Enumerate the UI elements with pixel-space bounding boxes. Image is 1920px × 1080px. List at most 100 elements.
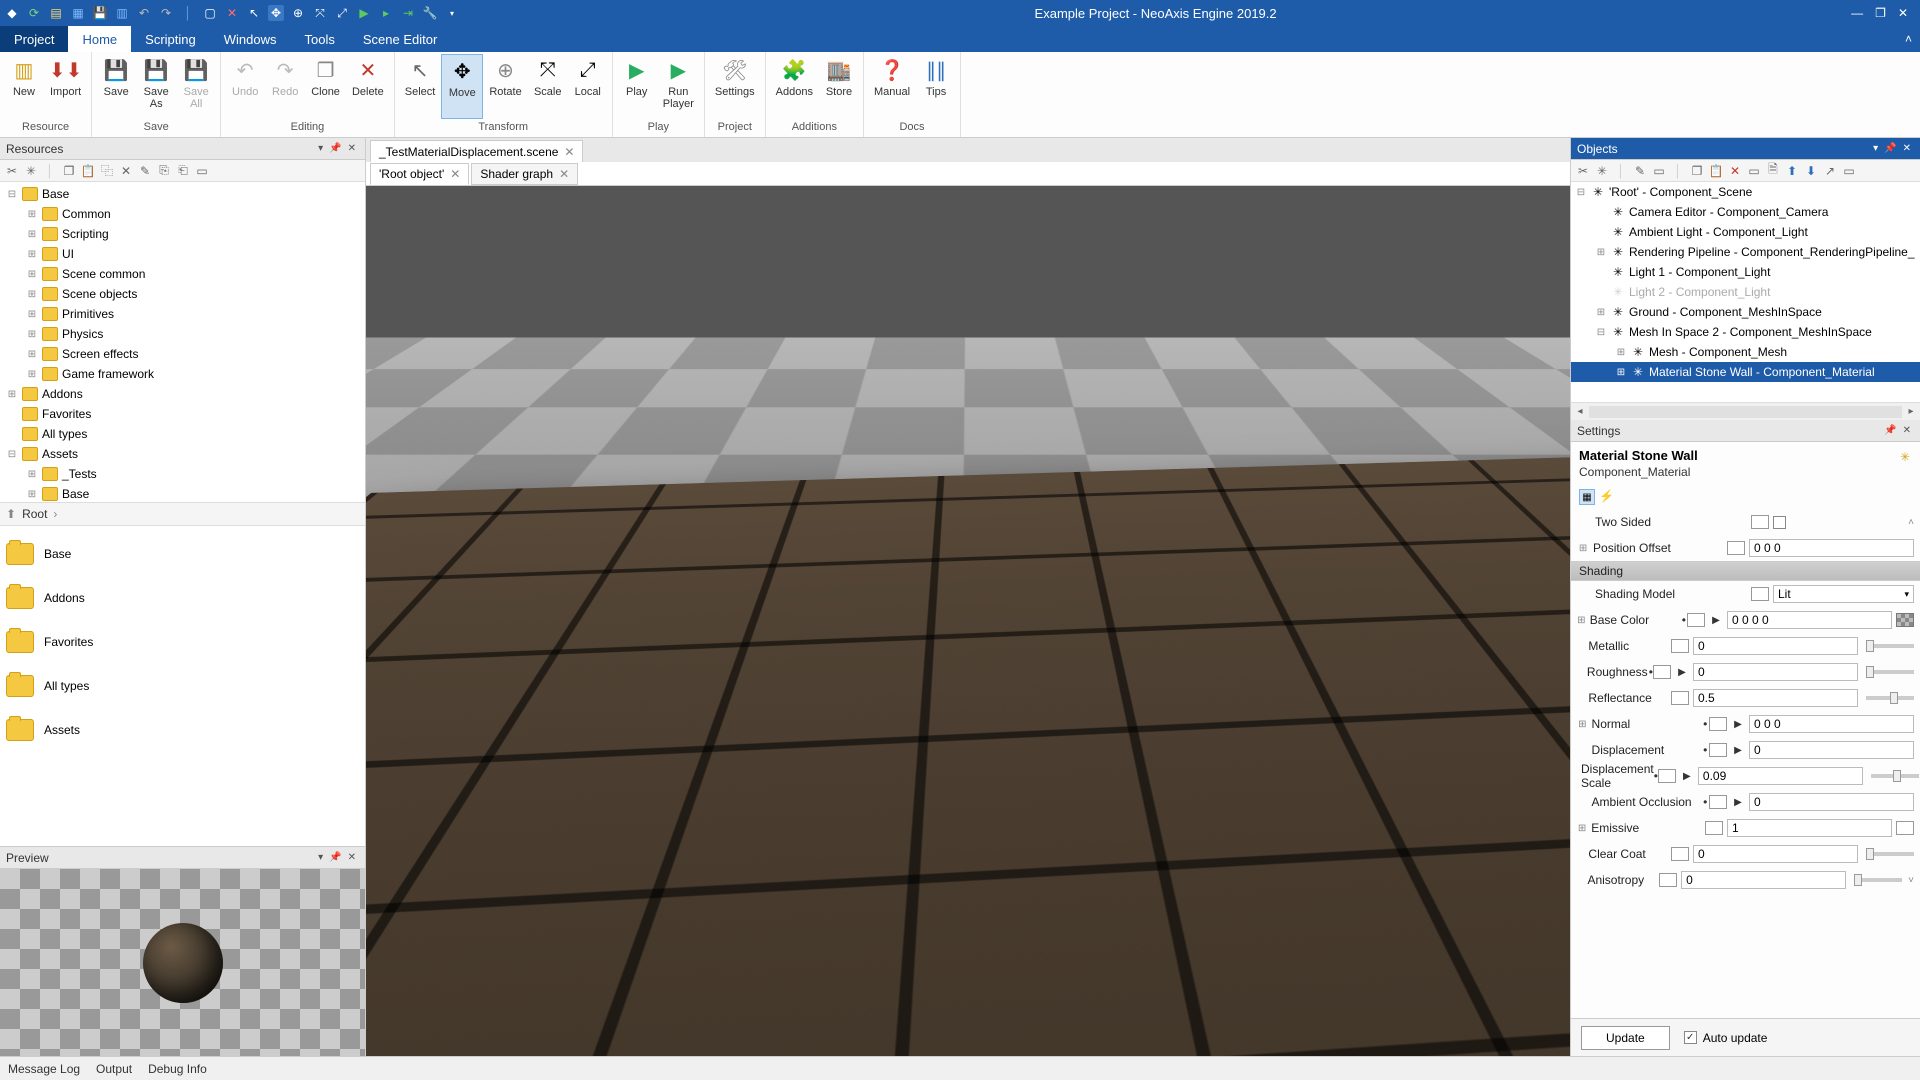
swatch[interactable] bbox=[1727, 541, 1745, 555]
swatch[interactable] bbox=[1709, 717, 1727, 731]
tb-more2-icon[interactable]: ⎗ bbox=[175, 163, 191, 179]
bolt-icon[interactable]: ⚡ bbox=[1599, 489, 1614, 505]
tb-paste-icon[interactable]: 📋 bbox=[1708, 163, 1724, 179]
scroll-up-icon[interactable]: ˄ bbox=[1902, 517, 1914, 528]
star-icon[interactable]: ✳ bbox=[1890, 442, 1920, 472]
qa-refresh-icon[interactable]: ⟳ bbox=[26, 5, 42, 21]
scroll-right-icon[interactable]: ▸ bbox=[1902, 406, 1920, 417]
qa-undo-icon[interactable]: ↶ bbox=[136, 5, 152, 21]
status-output[interactable]: Output bbox=[96, 1062, 132, 1076]
swatch[interactable] bbox=[1658, 769, 1676, 783]
swatch[interactable] bbox=[1751, 515, 1769, 529]
panel-dropdown-icon[interactable]: ▾ bbox=[315, 852, 326, 863]
tree-node[interactable]: All types bbox=[2, 424, 363, 444]
ribbon-manual-button[interactable]: ❓Manual bbox=[868, 54, 916, 119]
tb-more1-icon[interactable]: ⎘ bbox=[156, 163, 172, 179]
tb-doc-icon[interactable]: 🗎 bbox=[1765, 163, 1781, 179]
tb-out-icon[interactable]: ↗ bbox=[1822, 163, 1838, 179]
mode-icon[interactable]: ▦ bbox=[1579, 489, 1595, 505]
update-button[interactable]: Update bbox=[1581, 1026, 1670, 1050]
qa-play-icon[interactable]: ▶ bbox=[356, 5, 372, 21]
tb-down-icon[interactable]: ⬇ bbox=[1803, 163, 1819, 179]
close-icon[interactable]: ✕ bbox=[559, 167, 569, 181]
tb-cut-icon[interactable]: ✂ bbox=[4, 163, 20, 179]
qa-saveall-icon[interactable]: ▥ bbox=[114, 5, 130, 21]
ribbon-delete-button[interactable]: ✕Delete bbox=[346, 54, 390, 119]
tree-node[interactable]: Favorites bbox=[2, 404, 363, 424]
tb-paste-icon[interactable]: 📋 bbox=[80, 163, 96, 179]
swatch[interactable] bbox=[1671, 639, 1689, 653]
objects-hscroll[interactable]: ◂▸ bbox=[1571, 402, 1920, 420]
color-swatch[interactable] bbox=[1896, 821, 1914, 835]
value-input[interactable] bbox=[1749, 741, 1914, 759]
ribbon-redo-button[interactable]: ↷Redo bbox=[265, 54, 305, 119]
tb-up-icon[interactable]: ⬆ bbox=[1784, 163, 1800, 179]
value-input[interactable] bbox=[1749, 715, 1914, 733]
checkbox[interactable] bbox=[1773, 516, 1786, 529]
folder-item[interactable]: Addons bbox=[6, 576, 359, 620]
tree-node[interactable]: ⊞_Tests bbox=[2, 464, 363, 484]
tb-copy-icon[interactable]: ❐ bbox=[61, 163, 77, 179]
panel-close-icon[interactable]: ✕ bbox=[1900, 425, 1914, 436]
tree-node[interactable]: ⊞Addons bbox=[2, 384, 363, 404]
swatch[interactable] bbox=[1751, 587, 1769, 601]
preview-viewport[interactable] bbox=[0, 869, 365, 1056]
ribbon-runplayer-button[interactable]: ▶Run Player bbox=[657, 54, 700, 119]
tree-node[interactable]: ⊞Screen effects bbox=[2, 344, 363, 364]
qa-axis4-icon[interactable]: ⤢ bbox=[334, 5, 350, 21]
folder-item[interactable]: Favorites bbox=[6, 620, 359, 664]
panel-close-icon[interactable]: ✕ bbox=[345, 852, 359, 863]
tree-node[interactable]: ⊞Scene common bbox=[2, 264, 363, 284]
qa-close-icon[interactable]: ✕ bbox=[224, 5, 240, 21]
ribbon-new-button[interactable]: ▥New bbox=[4, 54, 44, 119]
play-icon[interactable]: ▶ bbox=[1675, 667, 1689, 678]
document-tab[interactable]: _TestMaterialDisplacement.scene ✕ bbox=[370, 140, 583, 162]
sub-tab-shader[interactable]: Shader graph✕ bbox=[471, 163, 578, 185]
qa-save-icon[interactable]: 💾 bbox=[92, 5, 108, 21]
ribbon-store-button[interactable]: 🏬Store bbox=[819, 54, 859, 119]
swatch[interactable] bbox=[1659, 873, 1677, 887]
ribbon-select-button[interactable]: ↖Select bbox=[399, 54, 442, 119]
scroll-left-icon[interactable]: ◂ bbox=[1571, 406, 1589, 417]
tree-node[interactable]: ⊞✳Ground - Component_MeshInSpace bbox=[1571, 302, 1920, 322]
ribbon-settings-button[interactable]: 🛠Settings bbox=[709, 54, 761, 119]
value-input[interactable] bbox=[1693, 637, 1858, 655]
close-icon[interactable]: ✕ bbox=[564, 145, 574, 159]
menu-project[interactable]: Project bbox=[0, 26, 68, 52]
qa-axis1-icon[interactable]: ✥ bbox=[268, 5, 284, 21]
tree-node-selected[interactable]: ⊞✳Material Stone Wall - Component_Materi… bbox=[1571, 362, 1920, 382]
folder-item[interactable]: Assets bbox=[6, 708, 359, 752]
tree-node[interactable]: ✳Light 2 - Component_Light bbox=[1571, 282, 1920, 302]
swatch[interactable] bbox=[1709, 743, 1727, 757]
value-input[interactable] bbox=[1749, 539, 1914, 557]
tree-node[interactable]: ⊞Scripting bbox=[2, 224, 363, 244]
tb-clone-icon[interactable]: ⿻ bbox=[99, 163, 115, 179]
tb-rect-icon[interactable]: ▭ bbox=[1746, 163, 1762, 179]
scene-viewport[interactable] bbox=[366, 186, 1570, 1056]
tb-cut-icon[interactable]: ✂ bbox=[1575, 163, 1591, 179]
close-icon[interactable]: ✕ bbox=[450, 167, 460, 181]
slider[interactable] bbox=[1866, 644, 1914, 648]
swatch[interactable] bbox=[1709, 795, 1727, 809]
qa-grid-icon[interactable]: ▦ bbox=[70, 5, 86, 21]
tree-node[interactable]: ⊟Base bbox=[2, 184, 363, 204]
ribbon-saveas-button[interactable]: 💾Save As bbox=[136, 54, 176, 119]
qa-new-icon[interactable]: ▤ bbox=[48, 5, 64, 21]
value-input[interactable] bbox=[1681, 871, 1846, 889]
ribbon-scale-button[interactable]: ⤧Scale bbox=[528, 54, 568, 119]
resources-breadcrumb[interactable]: ⬆ Root › bbox=[0, 502, 365, 526]
ribbon-local-button[interactable]: ⤢Local bbox=[568, 54, 608, 119]
tb-gear-icon[interactable]: ✳ bbox=[1594, 163, 1610, 179]
tree-node[interactable]: ⊞Physics bbox=[2, 324, 363, 344]
ribbon-move-button[interactable]: ✥Move bbox=[441, 54, 483, 119]
ribbon-clone-button[interactable]: ❐Clone bbox=[305, 54, 346, 119]
qa-doc-icon[interactable]: ▢ bbox=[202, 5, 218, 21]
checkbox-checked[interactable]: ✓ bbox=[1684, 1031, 1697, 1044]
menu-tools[interactable]: Tools bbox=[290, 26, 348, 52]
ribbon-save-button[interactable]: 💾Save bbox=[96, 54, 136, 119]
color-swatch[interactable] bbox=[1896, 613, 1914, 627]
ribbon-rotate-button[interactable]: ⊕Rotate bbox=[483, 54, 527, 119]
tb-delete-icon[interactable]: ✕ bbox=[118, 163, 134, 179]
play-icon[interactable]: ▶ bbox=[1731, 745, 1745, 756]
tb-edit-icon[interactable]: ✎ bbox=[1632, 163, 1648, 179]
